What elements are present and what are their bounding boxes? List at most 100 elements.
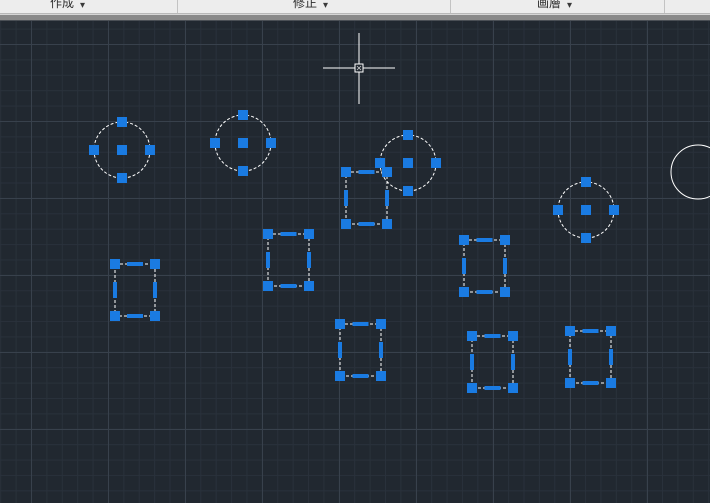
rectangle-outline[interactable] bbox=[339, 323, 382, 377]
grip-icon[interactable] bbox=[581, 205, 591, 215]
selected-rectangle[interactable] bbox=[263, 229, 314, 291]
grip-icon[interactable] bbox=[382, 167, 392, 177]
midpoint-grip-icon[interactable] bbox=[582, 329, 599, 333]
grip-icon[interactable] bbox=[304, 281, 314, 291]
grip-icon[interactable] bbox=[606, 326, 616, 336]
midpoint-grip-icon[interactable] bbox=[511, 354, 515, 370]
grip-icon[interactable] bbox=[500, 235, 510, 245]
selected-circle[interactable] bbox=[375, 130, 441, 196]
grip-icon[interactable] bbox=[263, 281, 273, 291]
grip-icon[interactable] bbox=[238, 110, 248, 120]
rectangle-outline[interactable] bbox=[569, 330, 612, 384]
ribbon-panel-layers[interactable]: 画層 ▾ bbox=[451, 0, 665, 13]
midpoint-grip-icon[interactable] bbox=[503, 258, 507, 274]
midpoint-grip-icon[interactable] bbox=[280, 232, 297, 236]
drawing-canvas[interactable] bbox=[0, 21, 710, 503]
grip-icon[interactable] bbox=[459, 235, 469, 245]
grip-icon[interactable] bbox=[431, 158, 441, 168]
midpoint-grip-icon[interactable] bbox=[352, 322, 369, 326]
grip-icon[interactable] bbox=[266, 138, 276, 148]
selected-rectangle[interactable] bbox=[459, 235, 510, 297]
midpoint-grip-icon[interactable] bbox=[127, 314, 143, 318]
midpoint-grip-icon[interactable] bbox=[358, 170, 375, 174]
grip-icon[interactable] bbox=[304, 229, 314, 239]
rectangle-outline[interactable] bbox=[345, 171, 388, 225]
midpoint-grip-icon[interactable] bbox=[113, 282, 117, 298]
grip-icon[interactable] bbox=[375, 158, 385, 168]
grip-icon[interactable] bbox=[89, 145, 99, 155]
grip-icon[interactable] bbox=[238, 138, 248, 148]
grip-icon[interactable] bbox=[376, 319, 386, 329]
midpoint-grip-icon[interactable] bbox=[385, 190, 389, 206]
rectangle-outline[interactable] bbox=[471, 335, 514, 389]
grip-icon[interactable] bbox=[403, 130, 413, 140]
selected-rectangle[interactable] bbox=[565, 326, 616, 388]
midpoint-grip-icon[interactable] bbox=[280, 284, 297, 288]
midpoint-grip-icon[interactable] bbox=[462, 258, 466, 274]
grip-icon[interactable] bbox=[467, 383, 477, 393]
ribbon-panel-modify[interactable]: 修正 ▾ bbox=[178, 0, 451, 13]
grip-icon[interactable] bbox=[565, 378, 575, 388]
grip-icon[interactable] bbox=[508, 383, 518, 393]
grip-icon[interactable] bbox=[210, 138, 220, 148]
midpoint-grip-icon[interactable] bbox=[379, 342, 383, 358]
ribbon-panel-layers-title[interactable]: 画層 ▾ bbox=[537, 0, 572, 11]
grip-icon[interactable] bbox=[467, 331, 477, 341]
grip-icon[interactable] bbox=[581, 233, 591, 243]
midpoint-grip-icon[interactable] bbox=[153, 282, 157, 298]
circle[interactable] bbox=[670, 144, 710, 200]
rectangle-outline[interactable] bbox=[114, 263, 156, 317]
grip-icon[interactable] bbox=[376, 371, 386, 381]
grip-icon[interactable] bbox=[263, 229, 273, 239]
rectangle-outline[interactable] bbox=[267, 233, 310, 287]
grip-icon[interactable] bbox=[403, 158, 413, 168]
midpoint-grip-icon[interactable] bbox=[344, 190, 348, 206]
grip-icon[interactable] bbox=[403, 186, 413, 196]
grip-icon[interactable] bbox=[110, 311, 120, 321]
grip-icon[interactable] bbox=[110, 259, 120, 269]
grip-icon[interactable] bbox=[459, 287, 469, 297]
midpoint-grip-icon[interactable] bbox=[358, 222, 375, 226]
grip-icon[interactable] bbox=[150, 259, 160, 269]
chevron-down-icon[interactable]: ▾ bbox=[323, 0, 328, 11]
midpoint-grip-icon[interactable] bbox=[476, 238, 493, 242]
grip-icon[interactable] bbox=[117, 173, 127, 183]
selected-rectangle[interactable] bbox=[110, 259, 160, 321]
grip-icon[interactable] bbox=[581, 177, 591, 187]
grip-icon[interactable] bbox=[553, 205, 563, 215]
grip-icon[interactable] bbox=[609, 205, 619, 215]
grip-icon[interactable] bbox=[335, 319, 345, 329]
grip-icon[interactable] bbox=[145, 145, 155, 155]
grip-icon[interactable] bbox=[150, 311, 160, 321]
selected-rectangle[interactable] bbox=[467, 331, 518, 393]
midpoint-grip-icon[interactable] bbox=[470, 354, 474, 370]
grip-icon[interactable] bbox=[606, 378, 616, 388]
ribbon-panel-create-title[interactable]: 作成 ▾ bbox=[50, 0, 85, 11]
grip-icon[interactable] bbox=[382, 219, 392, 229]
ribbon-panel-next[interactable] bbox=[665, 0, 710, 13]
midpoint-grip-icon[interactable] bbox=[338, 342, 342, 358]
grip-icon[interactable] bbox=[117, 145, 127, 155]
grip-icon[interactable] bbox=[335, 371, 345, 381]
midpoint-grip-icon[interactable] bbox=[266, 252, 270, 268]
selected-circle[interactable] bbox=[89, 117, 155, 183]
midpoint-grip-icon[interactable] bbox=[307, 252, 311, 268]
chevron-down-icon[interactable]: ▾ bbox=[567, 0, 572, 11]
midpoint-grip-icon[interactable] bbox=[568, 349, 572, 365]
grip-icon[interactable] bbox=[117, 117, 127, 127]
selected-rectangle[interactable] bbox=[341, 167, 392, 229]
ribbon-panel-modify-title[interactable]: 修正 ▾ bbox=[293, 0, 328, 11]
midpoint-grip-icon[interactable] bbox=[476, 290, 493, 294]
midpoint-grip-icon[interactable] bbox=[609, 349, 613, 365]
ribbon-panel-create[interactable]: 作成 ▾ bbox=[0, 0, 178, 13]
midpoint-grip-icon[interactable] bbox=[352, 374, 369, 378]
grip-icon[interactable] bbox=[500, 287, 510, 297]
selected-circle[interactable] bbox=[553, 177, 619, 243]
rectangle-outline[interactable] bbox=[463, 239, 506, 293]
midpoint-grip-icon[interactable] bbox=[127, 262, 143, 266]
drawing-area[interactable] bbox=[0, 21, 710, 503]
grip-icon[interactable] bbox=[508, 331, 518, 341]
grip-icon[interactable] bbox=[341, 219, 351, 229]
grip-icon[interactable] bbox=[565, 326, 575, 336]
midpoint-grip-icon[interactable] bbox=[484, 334, 501, 338]
